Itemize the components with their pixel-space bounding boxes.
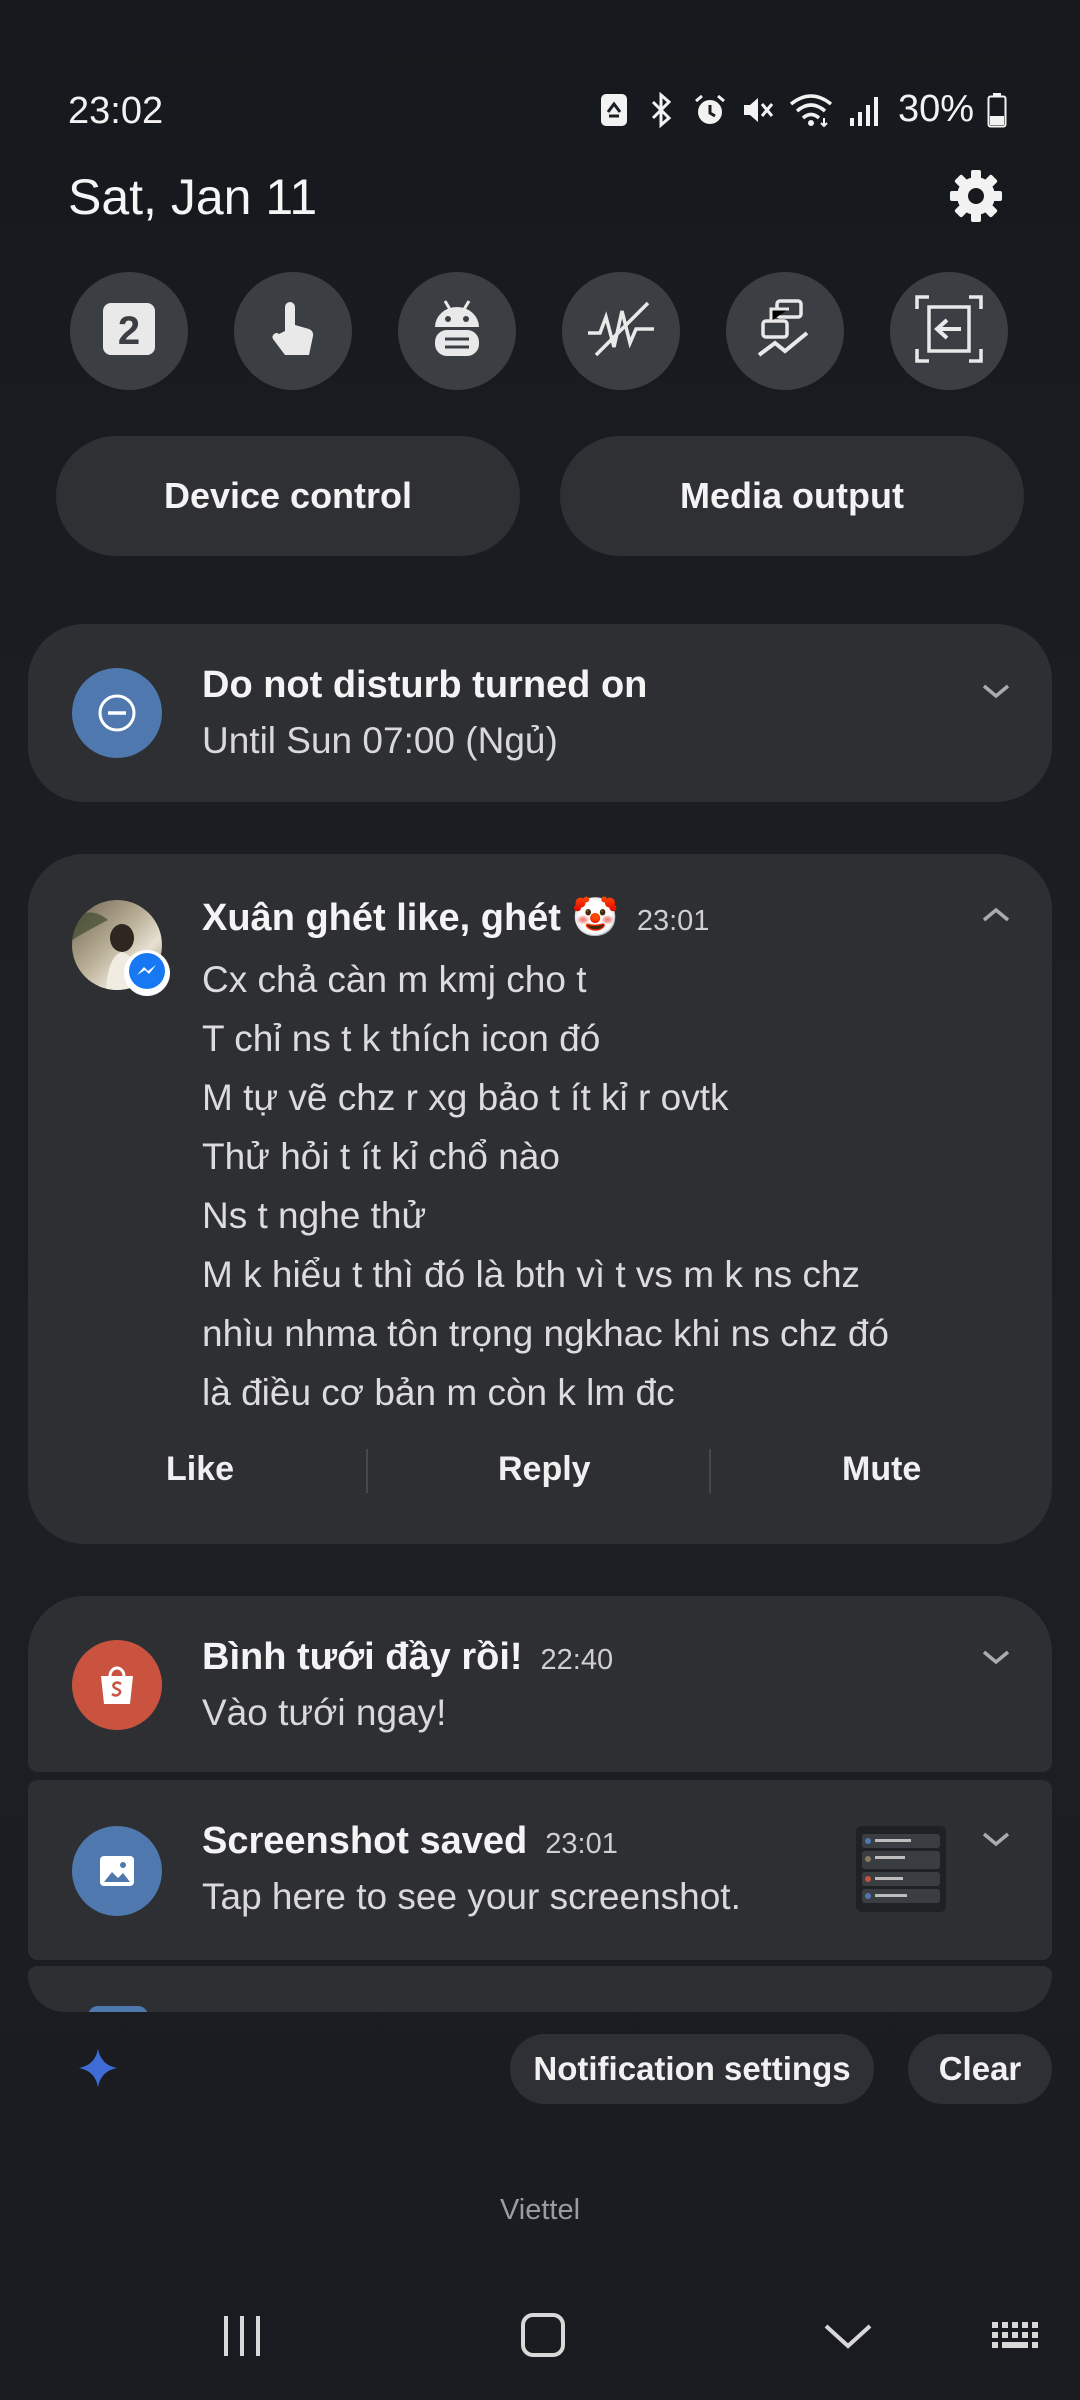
screenshot-thumbnail[interactable] [856,1826,946,1912]
dnd-icon [72,668,162,758]
recycle-icon [596,92,632,128]
quick-toggle-touch[interactable] [234,272,352,390]
status-icons: 30% [596,88,1008,131]
device-control-button[interactable]: Device control [56,436,520,556]
sparkle-icon[interactable] [76,2046,120,2095]
shopee-subtitle: Vào tưới ngay! [202,1692,447,1733]
screenshot-time: 23:01 [545,1828,618,1860]
android-debug-icon [427,297,487,366]
chevron-down-icon[interactable] [974,1824,1018,1854]
gear-icon[interactable] [944,164,1008,228]
chevron-down-icon[interactable] [974,676,1018,706]
message-line: Thử hỏi t ít kỉ chổ nào [202,1136,560,1177]
peek-badge [88,2006,148,2012]
image-icon [72,1826,162,1916]
screen-back-icon [913,293,985,370]
screenshot-title: Screenshot saved [202,1820,528,1862]
signal-icon [846,92,882,128]
alarm-icon [692,92,728,128]
screenshot-notification[interactable]: Screenshot saved 23:01 Tap here to see yo… [28,1780,1052,1960]
signal-off-icon [586,299,656,364]
battery-icon [986,92,1008,128]
bluetooth-icon [644,91,680,128]
message-body: Cx chả càn m kmj cho t T chỉ ns t k thíc… [202,950,889,1422]
message-line: nhìu nhma tôn trọng ngkhac khi ns chz đó [202,1313,889,1354]
reply-button[interactable]: Reply [498,1450,591,1489]
message-time: 23:01 [636,905,710,937]
shopee-time: 22:40 [540,1644,614,1676]
screenshot-header: Screenshot saved 23:01 [202,1820,618,1863]
shopee-notification[interactable]: Bình tưới đầy rồi! 22:40 Vào tưới ngay! [28,1596,1052,1772]
mute-icon [740,92,776,128]
shopee-header: Bình tưới đầy rồi! 22:40 [202,1636,613,1679]
action-divider [709,1449,711,1493]
message-line: T chỉ ns t k thích icon đó [202,1018,601,1059]
dnd-subtitle: Until Sun 07:00 (Ngủ) [202,720,558,761]
chevron-up-icon[interactable] [974,900,1018,930]
notification-settings-button[interactable]: Notification settings [510,2034,874,2104]
shopee-title: Bình tưới đầy rồi! [202,1636,523,1678]
svg-text:2: 2 [118,309,140,353]
shopee-icon [72,1640,162,1730]
message-header: Xuân ghét like, ghét 🤡 23:01 [202,896,709,940]
routines-icon [753,297,817,366]
status-bar: 23:02 30% [0,0,1080,160]
quick-toggle-sim2[interactable]: 2 [70,272,188,390]
battery-percent: 30% [897,88,974,130]
home-icon[interactable] [518,2310,568,2365]
screenshot-subtitle: Tap here to see your screenshot. [202,1876,741,1917]
quick-toggle-debug[interactable] [398,272,516,390]
quick-toggle-signal[interactable] [562,272,680,390]
quick-toggle-routines[interactable] [726,272,844,390]
chevron-down-icon[interactable] [822,2318,874,2359]
touch-icon [263,297,323,366]
date-label: Sat, Jan 11 [68,169,318,225]
messenger-icon [128,952,166,995]
chevron-down-icon[interactable] [974,1642,1018,1672]
messenger-notification[interactable]: Xuân ghét like, ghét 🤡 23:01 Cx chả càn m… [28,854,1052,1544]
dnd-notification[interactable]: Do not disturb turned on Until Sun 07:00… [28,624,1052,802]
carrier-label: Viettel [499,2194,581,2226]
wifi-icon [788,92,834,128]
message-line: Cx chả càn m kmj cho t [202,959,587,1000]
dual-sim-2-icon: 2 [99,299,159,364]
action-divider [366,1449,368,1493]
dnd-title: Do not disturb turned on [202,664,648,706]
message-line: M tự vẽ chz r xg bảo t ít kỉ r ovtk [202,1077,729,1118]
media-output-button[interactable]: Media output [560,436,1024,556]
message-line: Ns t nghe thử [202,1195,427,1236]
mute-button[interactable]: Mute [842,1450,921,1489]
message-sender: Xuân ghét like, ghét 🤡 [202,897,619,939]
keyboard-icon[interactable] [990,2318,1046,2359]
status-time: 23:02 [68,90,164,132]
quick-toggle-screen[interactable] [890,272,1008,390]
recents-icon[interactable] [218,2312,266,2365]
messenger-badge [124,950,170,996]
like-button[interactable]: Like [166,1450,234,1489]
message-line: là điều cơ bản m còn k lm đc [202,1372,675,1413]
collapsed-notification[interactable] [28,1966,1052,2012]
message-line: M k hiểu t thì đó là bth vì t vs m k ns … [202,1254,861,1295]
clear-button[interactable]: Clear [908,2034,1052,2104]
